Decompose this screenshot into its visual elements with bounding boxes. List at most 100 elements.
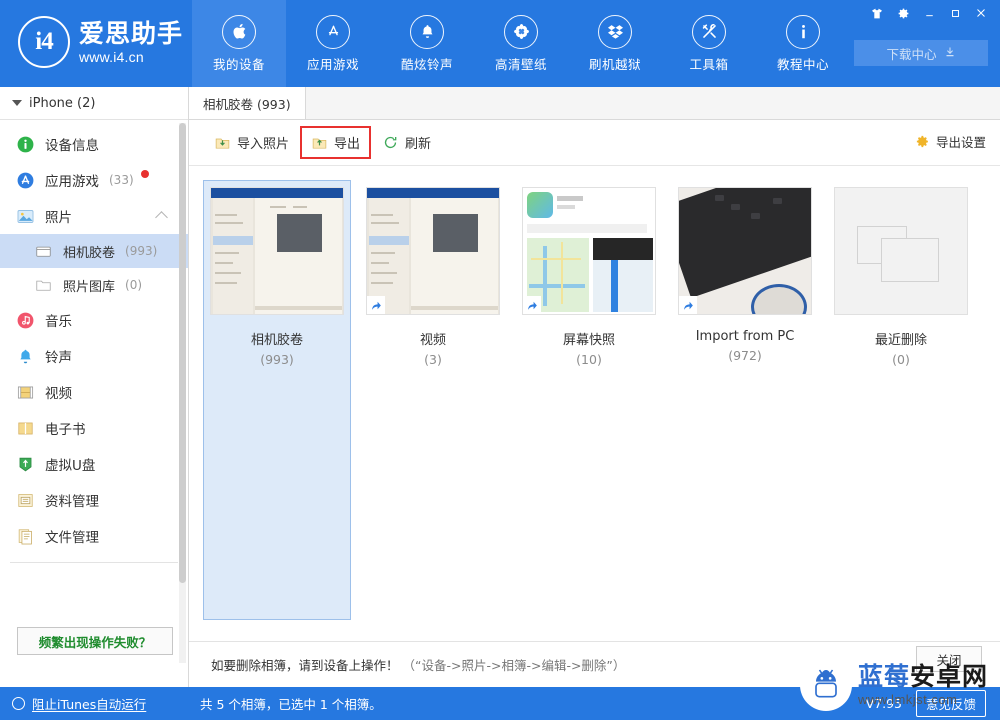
tab-camera-roll[interactable]: 相机胶卷 (993) <box>189 87 306 119</box>
radio-icon[interactable] <box>12 697 25 710</box>
watermark-logo-icon <box>800 659 852 711</box>
album-thumbnail <box>678 187 812 315</box>
sidebar-list: 设备信息 应用游戏 (33) 照片 相机胶卷 (993) 照片图库 (0) 音乐… <box>0 120 188 563</box>
sidebar-item-label: 照片图库 <box>63 279 116 295</box>
sidebar-item-label: 视频 <box>45 386 72 402</box>
sidebar-item-label: 设备信息 <box>45 138 99 154</box>
export-label: 导出 <box>334 137 361 152</box>
album-grid: 相机胶卷 (993) 视频 (3) 屏幕快照 (10) Import from … <box>189 166 1000 620</box>
notification-badge <box>140 170 149 178</box>
thumbnail-art-empty-placeholder <box>835 188 967 314</box>
top-bar: i4 爱思助手 www.i4.cn 我的设备 应用游戏 酷炫铃声 高清壁纸 刷机… <box>0 0 1000 87</box>
sidebar-item-ebook[interactable]: 电子书 <box>0 410 188 446</box>
shortcut-arrow-icon <box>679 296 697 314</box>
sidebar-item-label: 相机胶卷 <box>63 245 116 261</box>
sidebar-item-file-manage[interactable]: 文件管理 <box>0 518 188 554</box>
nav-label: 我的设备 <box>212 56 265 72</box>
refresh-button[interactable]: 刷新 <box>371 126 442 159</box>
settings-gear-icon[interactable] <box>890 3 916 23</box>
nav-item-flash-jailbreak[interactable]: 刷机越狱 <box>568 0 662 87</box>
album-card[interactable]: 相机胶卷 (993) <box>203 180 351 620</box>
album-title: Import from PC <box>695 329 795 344</box>
flower-icon <box>504 14 538 49</box>
thumbnail-art-keyboard-mouse <box>679 188 811 314</box>
logo-mark-icon: i4 <box>18 16 70 68</box>
nav-label: 应用游戏 <box>306 56 359 72</box>
export-settings-button[interactable]: 导出设置 <box>915 132 986 151</box>
nav-item-wallpapers[interactable]: 高清壁纸 <box>474 0 568 87</box>
nav-item-apps-games[interactable]: 应用游戏 <box>286 0 380 87</box>
tab-strip: 相机胶卷 (993) <box>189 87 1000 120</box>
info-icon <box>786 14 820 49</box>
sidebar-item-count: (0) <box>125 278 143 292</box>
sidebar-item-video[interactable]: 视频 <box>0 374 188 410</box>
sidebar-item-photos[interactable]: 照片 <box>0 198 188 234</box>
album-count: (10) <box>576 352 602 367</box>
dropbox-icon <box>598 14 632 49</box>
main-content: 相机胶卷 (993) 导入照片 导出 刷新 导出设置 相机胶卷 (993) 视频… <box>189 87 1000 687</box>
nav-item-ringtones[interactable]: 酷炫铃声 <box>380 0 474 87</box>
skin-icon[interactable] <box>864 3 890 23</box>
watermark-brand-blue: 蓝莓 <box>858 662 911 691</box>
chevron-up-icon[interactable] <box>155 211 168 224</box>
sidebar-item-photo-library[interactable]: 照片图库 (0) <box>0 268 188 302</box>
sidebar-item-device-info[interactable]: 设备信息 <box>0 126 188 162</box>
shortcut-arrow-icon <box>523 296 541 314</box>
hint-sub-text: （“设备->照片->相簿->编辑->删除”） <box>402 658 626 673</box>
sidebar-item-virtual-usb[interactable]: 虚拟U盘 <box>0 446 188 482</box>
nav-label: 酷炫铃声 <box>400 56 453 72</box>
sidebar-item-camera-roll[interactable]: 相机胶卷 (993) <box>0 234 188 268</box>
operation-failure-help-label: 频繁出现操作失败？ <box>38 634 152 650</box>
minimize-icon[interactable] <box>916 3 942 23</box>
sidebar-item-label: 虚拟U盘 <box>45 458 96 474</box>
block-itunes-toggle[interactable]: 阻止iTunes自动运行 <box>0 694 189 713</box>
info-green-icon <box>17 136 34 152</box>
nav-item-toolbox[interactable]: 工具箱 <box>662 0 756 87</box>
album-count: (972) <box>728 348 762 363</box>
top-navigation: 我的设备 应用游戏 酷炫铃声 高清壁纸 刷机越狱 工具箱 教程中心 <box>192 0 850 87</box>
device-name: iPhone (2) <box>29 95 96 111</box>
download-center-label: 下载中心 <box>886 46 937 62</box>
sidebar-item-count: (993) <box>125 244 158 258</box>
nav-label: 教程中心 <box>776 56 829 72</box>
album-thumbnail <box>522 187 656 315</box>
download-center-button[interactable]: 下载中心 <box>854 40 988 66</box>
nav-item-my-device[interactable]: 我的设备 <box>192 0 286 87</box>
brand-name: 爱思助手 <box>79 18 184 48</box>
ringtone-bell-icon <box>20 349 31 363</box>
export-button[interactable]: 导出 <box>300 126 372 159</box>
maximize-icon[interactable] <box>942 3 968 23</box>
album-card[interactable]: Import from PC (972) <box>671 180 819 620</box>
operation-failure-help-button[interactable]: 频繁出现操作失败？ <box>17 627 173 655</box>
watermark: 蓝莓安卓网 www.lmkjst.com <box>800 650 1000 720</box>
album-card[interactable]: 最近删除 (0) <box>827 180 975 620</box>
sidebar-item-music[interactable]: 音乐 <box>0 302 188 338</box>
file-manage-icon <box>18 528 32 544</box>
sidebar-item-data-manage[interactable]: 资料管理 <box>0 482 188 518</box>
application-window: i4 爱思助手 www.i4.cn 我的设备 应用游戏 酷炫铃声 高清壁纸 刷机… <box>0 0 1000 720</box>
sidebar-item-ringtone[interactable]: 铃声 <box>0 338 188 374</box>
sidebar-item-label: 应用游戏 <box>45 174 99 190</box>
thumbnail-art-map-screenshot <box>523 188 655 314</box>
bell-icon <box>410 14 444 49</box>
nav-item-tutorials[interactable]: 教程中心 <box>756 0 850 87</box>
sidebar-scrollbar-thumb[interactable] <box>179 123 186 583</box>
import-icon <box>215 138 230 149</box>
nav-label: 工具箱 <box>689 56 729 72</box>
sidebar-item-apps-games[interactable]: 应用游戏 (33) <box>0 162 188 198</box>
album-thumbnail <box>366 187 500 315</box>
import-photos-button[interactable]: 导入照片 <box>203 126 300 159</box>
album-card[interactable]: 屏幕快照 (10) <box>515 180 663 620</box>
album-title: 相机胶卷 <box>250 333 303 348</box>
sidebar: iPhone (2) 设备信息 应用游戏 (33) 照片 相机胶卷 (993) … <box>0 87 189 687</box>
download-icon <box>944 46 956 61</box>
brand-logo[interactable]: i4 爱思助手 www.i4.cn <box>18 16 183 68</box>
sidebar-divider <box>10 562 178 563</box>
brand-url: www.i4.cn <box>79 48 144 65</box>
album-card[interactable]: 视频 (3) <box>359 180 507 620</box>
sidebar-scrollbar[interactable] <box>179 123 186 663</box>
shortcut-arrow-icon <box>367 296 385 314</box>
sidebar-item-label: 文件管理 <box>45 530 99 546</box>
close-icon[interactable] <box>968 3 994 23</box>
device-header[interactable]: iPhone (2) <box>0 87 188 120</box>
